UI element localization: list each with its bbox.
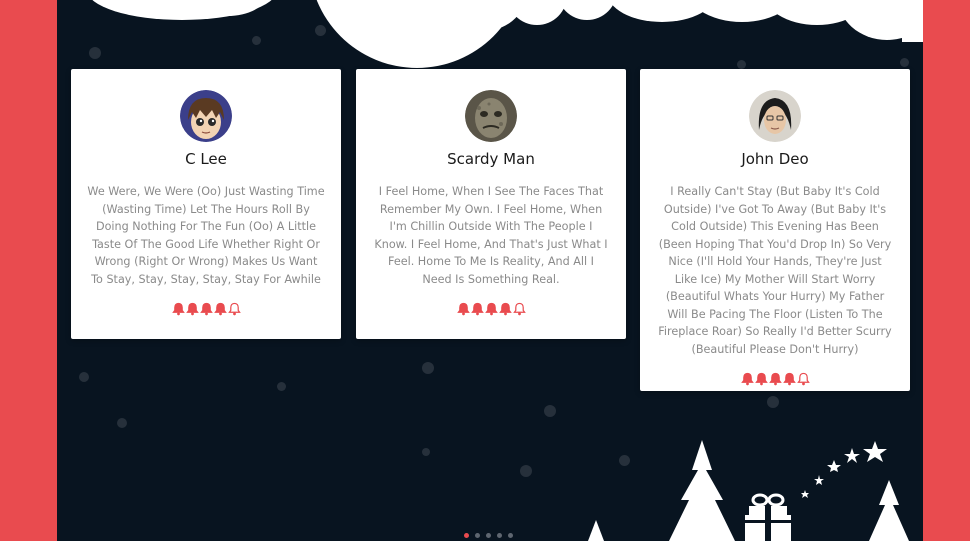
carousel-pagination — [464, 533, 513, 538]
star-icon — [863, 441, 887, 462]
carousel-dot[interactable] — [486, 533, 491, 538]
star-icon — [801, 490, 809, 498]
star-icon — [844, 448, 860, 463]
carousel-dot[interactable] — [497, 533, 502, 538]
carousel-dot[interactable] — [508, 533, 513, 538]
star-icon — [827, 460, 841, 472]
carousel-dot[interactable] — [464, 533, 469, 538]
christmas-tree-icon — [588, 520, 604, 541]
christmas-decoration — [588, 440, 909, 541]
christmas-tree-icon — [869, 480, 909, 541]
carousel-dot[interactable] — [475, 533, 480, 538]
testimonials-section: C Lee We Were, We Were (Oo) Just Wasting… — [57, 0, 923, 541]
star-icon — [814, 475, 824, 485]
christmas-tree-icon — [669, 440, 735, 541]
